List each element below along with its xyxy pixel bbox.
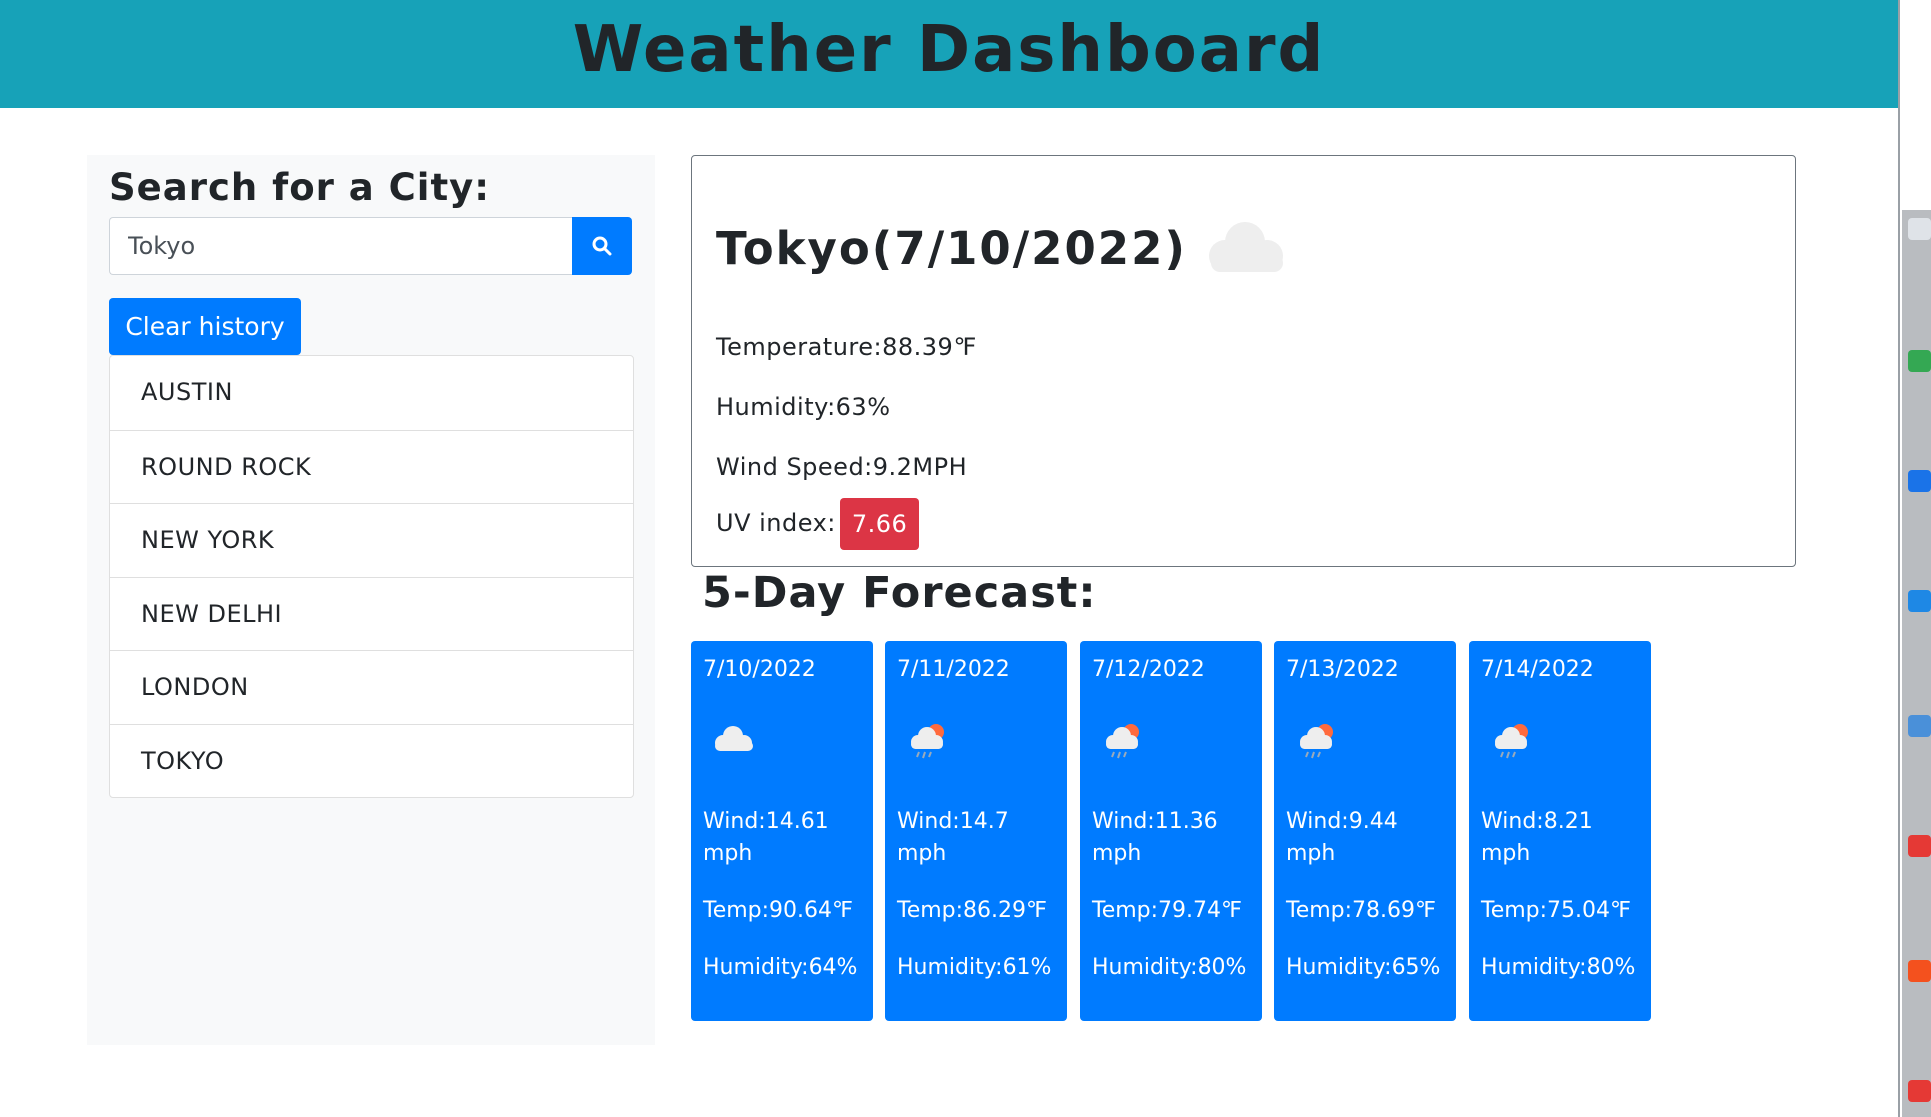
search-history-list: AUSTIN ROUND ROCK NEW YORK NEW DELHI LON… bbox=[109, 355, 634, 798]
forecast-humidity: Humidity:64% bbox=[703, 955, 858, 980]
uv-index-badge: 7.66 bbox=[839, 498, 920, 550]
desktop-shortcut-icon[interactable] bbox=[1908, 960, 1931, 990]
history-item-new-delhi[interactable]: NEW DELHI bbox=[110, 576, 633, 651]
forecast-heading: 5-Day Forecast: bbox=[702, 568, 1097, 618]
forecast-card: 7/13/2022 Wind:9.44 mph Temp:78.69℉ Humi… bbox=[1274, 641, 1456, 1021]
search-icon bbox=[592, 236, 612, 256]
forecast-temp: Temp:75.04℉ bbox=[1481, 898, 1631, 923]
search-sidebar: Search for a City: Clear history AUSTIN … bbox=[87, 155, 655, 1045]
history-item-round-rock[interactable]: ROUND ROCK bbox=[110, 429, 633, 504]
clear-history-button[interactable]: Clear history bbox=[109, 298, 301, 355]
page-title: Weather Dashboard bbox=[572, 13, 1326, 87]
current-wind-speed: Wind Speed:9.2MPH bbox=[716, 453, 968, 481]
forecast-date: 7/11/2022 bbox=[897, 657, 1010, 682]
desktop-shortcut-icon[interactable] bbox=[1908, 835, 1931, 865]
desktop-shortcut-icon[interactable] bbox=[1908, 590, 1931, 620]
forecast-date: 7/10/2022 bbox=[703, 657, 816, 682]
forecast-humidity: Humidity:80% bbox=[1092, 955, 1247, 980]
rain-cloud-icon bbox=[1106, 724, 1139, 759]
forecast-date: 7/13/2022 bbox=[1286, 657, 1399, 682]
forecast-temp: Temp:79.74℉ bbox=[1092, 898, 1242, 923]
desktop-background bbox=[1900, 0, 1931, 1117]
cloud-icon bbox=[715, 726, 753, 751]
history-item-london[interactable]: LONDON bbox=[110, 650, 633, 724]
desktop-shortcut-icon[interactable] bbox=[1908, 470, 1931, 500]
uv-index-row: UV index: 7.66 bbox=[716, 498, 920, 550]
forecast-humidity: Humidity:61% bbox=[897, 955, 1052, 980]
history-item-new-york[interactable]: NEW YORK bbox=[110, 503, 633, 577]
rain-cloud-icon bbox=[1300, 724, 1333, 759]
uv-index-label: UV index: bbox=[716, 509, 836, 537]
browser-viewport: Weather Dashboard Search for a City: Cle… bbox=[0, 0, 1898, 1117]
cloud-icon bbox=[1209, 222, 1283, 272]
forecast-temp: Temp:86.29℉ bbox=[897, 898, 1047, 923]
forecast-wind: Wind:14.61 mph bbox=[703, 809, 829, 866]
forecast-wind: Wind:14.7 mph bbox=[897, 809, 1009, 866]
city-search-input[interactable] bbox=[109, 217, 572, 275]
history-item-austin[interactable]: AUSTIN bbox=[110, 356, 633, 430]
forecast-card: 7/11/2022 Wind:14.7 mph Temp:86.29℉ Humi… bbox=[885, 641, 1067, 1021]
forecast-temp: Temp:90.64℉ bbox=[703, 898, 853, 923]
forecast-humidity: Humidity:65% bbox=[1286, 955, 1441, 980]
forecast-wind: Wind:8.21 mph bbox=[1481, 809, 1593, 866]
search-heading: Search for a City: bbox=[109, 166, 491, 209]
desktop-shortcut-icon[interactable] bbox=[1908, 350, 1931, 380]
desktop-shortcut-icon[interactable] bbox=[1908, 715, 1931, 745]
history-item-tokyo[interactable]: TOKYO bbox=[110, 723, 633, 798]
forecast-wind: Wind:9.44 mph bbox=[1286, 809, 1398, 866]
page-header: Weather Dashboard bbox=[0, 0, 1898, 108]
desktop-shortcut-icon[interactable] bbox=[1908, 218, 1931, 248]
rain-cloud-icon bbox=[1495, 724, 1528, 759]
forecast-date: 7/12/2022 bbox=[1092, 657, 1205, 682]
forecast-temp: Temp:78.69℉ bbox=[1286, 898, 1436, 923]
current-humidity: Humidity:63% bbox=[716, 393, 891, 421]
forecast-humidity: Humidity:80% bbox=[1481, 955, 1636, 980]
desktop-shortcut-icon[interactable] bbox=[1908, 1080, 1931, 1110]
forecast-card: 7/12/2022 Wind:11.36 mph Temp:79.74℉ Hum… bbox=[1080, 641, 1262, 1021]
search-button[interactable] bbox=[572, 217, 632, 275]
forecast-card: 7/14/2022 Wind:8.21 mph Temp:75.04℉ Humi… bbox=[1469, 641, 1651, 1021]
rain-cloud-icon bbox=[911, 724, 944, 759]
current-temperature: Temperature:88.39℉ bbox=[716, 333, 977, 361]
current-weather-card: Tokyo(7/10/2022) Temperature:88.39℉ Humi… bbox=[691, 155, 1796, 567]
forecast-date: 7/14/2022 bbox=[1481, 657, 1594, 682]
forecast-card: 7/10/2022 Wind:14.61 mph Temp:90.64℉ Hum… bbox=[691, 641, 873, 1021]
current-city-title: Tokyo(7/10/2022) bbox=[716, 222, 1187, 275]
forecast-wind: Wind:11.36 mph bbox=[1092, 809, 1218, 866]
